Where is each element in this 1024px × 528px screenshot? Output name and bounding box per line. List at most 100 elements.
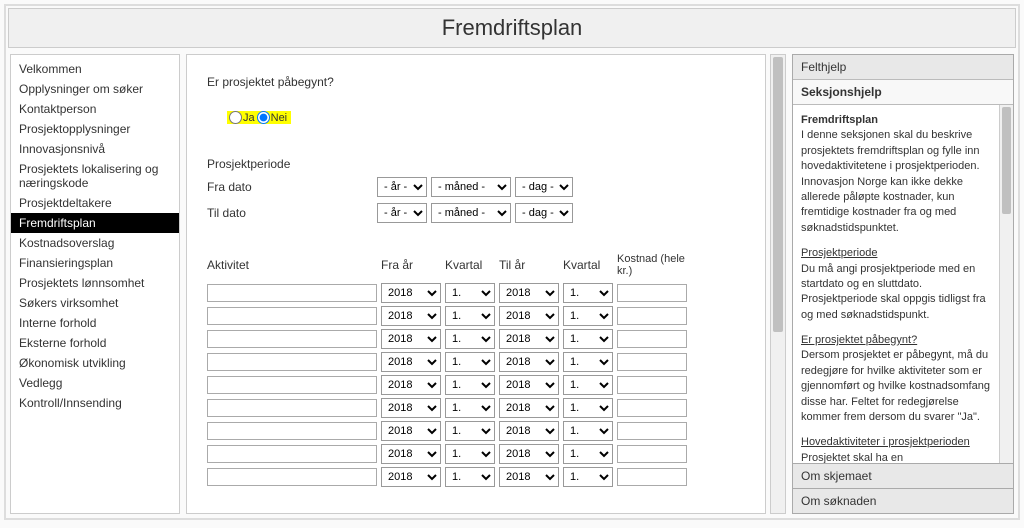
sidebar-item[interactable]: Søkers virksomhet [11, 293, 179, 313]
til-kvartal-select[interactable]: 1. [563, 375, 613, 395]
aktivitet-row: 20181.20181. [207, 306, 745, 326]
til-ar-select[interactable]: 2018 [499, 421, 559, 441]
til-kvartal-select[interactable]: 1. [563, 306, 613, 326]
kostnad-input[interactable] [617, 399, 687, 417]
til-ar-select[interactable]: 2018 [499, 306, 559, 326]
main-scrollbar[interactable] [770, 54, 786, 514]
sidebar-item[interactable]: Kontaktperson [11, 99, 179, 119]
fra-ar-select[interactable]: 2018 [381, 444, 441, 464]
help-tab-om-skjemaet[interactable]: Om skjemaet [792, 463, 1014, 489]
sidebar-item[interactable]: Kontroll/Innsending [11, 393, 179, 413]
kostnad-input[interactable] [617, 422, 687, 440]
fra-ar-select[interactable]: 2018 [381, 467, 441, 487]
til-kvartal-select[interactable]: 1. [563, 398, 613, 418]
fra-maned-select[interactable]: - måned - [431, 177, 511, 197]
til-maned-select[interactable]: - måned - [431, 203, 511, 223]
fra-kvartal-select[interactable]: 1. [445, 444, 495, 464]
sidebar-item[interactable]: Vedlegg [11, 373, 179, 393]
fra-ar-select[interactable]: 2018 [381, 283, 441, 303]
til-ar-select[interactable]: 2018 [499, 352, 559, 372]
til-kvartal-select[interactable]: 1. [563, 421, 613, 441]
fra-ar-select[interactable]: - år - [377, 177, 427, 197]
aktivitet-input[interactable] [207, 307, 377, 325]
sidebar-item[interactable]: Velkommen [11, 59, 179, 79]
til-kvartal-select[interactable]: 1. [563, 283, 613, 303]
til-ar-select[interactable]: 2018 [499, 444, 559, 464]
kostnad-input[interactable] [617, 376, 687, 394]
kostnad-input[interactable] [617, 445, 687, 463]
til-ar-select[interactable]: 2018 [499, 283, 559, 303]
aktivitet-input[interactable] [207, 445, 377, 463]
fra-kvartal-select[interactable]: 1. [445, 329, 495, 349]
til-kvartal-select[interactable]: 1. [563, 352, 613, 372]
sidebar-item[interactable]: Interne forhold [11, 313, 179, 333]
fra-kvartal-select[interactable]: 1. [445, 398, 495, 418]
aktivitet-input[interactable] [207, 353, 377, 371]
sidebar-item[interactable]: Prosjektdeltakere [11, 193, 179, 213]
kostnad-input[interactable] [617, 284, 687, 302]
help-h2: Prosjektperiode [801, 247, 877, 259]
help-scrollbar[interactable] [999, 105, 1013, 463]
help-tab-felthjelp[interactable]: Felthjelp [793, 55, 1013, 80]
aktivitet-input[interactable] [207, 376, 377, 394]
kostnad-input[interactable] [617, 353, 687, 371]
radio-nei-label[interactable]: Nei [257, 111, 288, 124]
sidebar-item[interactable]: Eksterne forhold [11, 333, 179, 353]
fra-ar-select[interactable]: 2018 [381, 375, 441, 395]
fra-dag-select[interactable]: - dag - [515, 177, 573, 197]
fra-ar-select[interactable]: 2018 [381, 329, 441, 349]
help-tab-om-soknaden[interactable]: Om søknaden [792, 488, 1014, 514]
help-h4: Hovedaktiviteter i prosjektperioden [801, 436, 970, 448]
til-kvartal-select[interactable]: 1. [563, 444, 613, 464]
til-ar-select[interactable]: 2018 [499, 329, 559, 349]
fra-kvartal-select[interactable]: 1. [445, 467, 495, 487]
aktivitet-input[interactable] [207, 330, 377, 348]
sidebar-item[interactable]: Finansieringsplan [11, 253, 179, 273]
fra-kvartal-select[interactable]: 1. [445, 421, 495, 441]
til-ar-select[interactable]: 2018 [499, 375, 559, 395]
help-p4: Prosjektet skal ha en [801, 452, 903, 463]
til-dato-label: Til dato [207, 206, 377, 220]
til-ar-select[interactable]: 2018 [499, 467, 559, 487]
fra-kvartal-select[interactable]: 1. [445, 352, 495, 372]
kostnad-input[interactable] [617, 307, 687, 325]
fra-kvartal-select[interactable]: 1. [445, 375, 495, 395]
fra-ar-select[interactable]: 2018 [381, 352, 441, 372]
col-kostnad: Kostnad (hele kr.) [617, 253, 687, 277]
til-dag-select[interactable]: - dag - [515, 203, 573, 223]
fra-ar-select[interactable]: 2018 [381, 421, 441, 441]
help-column: Felthjelp Seksjonshjelp Fremdriftsplan I… [792, 54, 1014, 514]
sidebar-item[interactable]: Prosjektets lønnsomhet [11, 273, 179, 293]
fra-kvartal-select[interactable]: 1. [445, 283, 495, 303]
aktivitet-input[interactable] [207, 422, 377, 440]
aktivitet-input[interactable] [207, 468, 377, 486]
radio-ja[interactable] [229, 111, 242, 124]
sidebar-item[interactable]: Innovasjonsnivå [11, 139, 179, 159]
til-kvartal-select[interactable]: 1. [563, 329, 613, 349]
til-ar-select[interactable]: - år - [377, 203, 427, 223]
aktivitet-row: 20181.20181. [207, 467, 745, 487]
aktivitet-input[interactable] [207, 284, 377, 302]
til-ar-select[interactable]: 2018 [499, 398, 559, 418]
radio-ja-label[interactable]: Ja [229, 111, 255, 124]
sidebar-item[interactable]: Kostnadsoverslag [11, 233, 179, 253]
radio-nei[interactable] [257, 111, 270, 124]
sidebar-item[interactable]: Opplysninger om søker [11, 79, 179, 99]
fra-kvartal-select[interactable]: 1. [445, 306, 495, 326]
question-label: Er prosjektet påbegynt? [207, 75, 745, 89]
aktivitet-row: 20181.20181. [207, 283, 745, 303]
sidebar-item[interactable]: Prosjektopplysninger [11, 119, 179, 139]
fra-dato-label: Fra dato [207, 180, 377, 194]
sidebar-item[interactable]: Økonomisk utvikling [11, 353, 179, 373]
periode-title: Prosjektperiode [207, 157, 745, 171]
sidebar-item[interactable]: Fremdriftsplan [11, 213, 179, 233]
help-p1: I denne seksjonen skal du beskrive prosj… [801, 129, 980, 233]
kostnad-input[interactable] [617, 468, 687, 486]
help-tab-seksjonshjelp[interactable]: Seksjonshjelp [793, 80, 1013, 105]
sidebar-item[interactable]: Prosjektets lokalisering og næringskode [11, 159, 179, 193]
fra-ar-select[interactable]: 2018 [381, 398, 441, 418]
fra-ar-select[interactable]: 2018 [381, 306, 441, 326]
til-kvartal-select[interactable]: 1. [563, 467, 613, 487]
aktivitet-input[interactable] [207, 399, 377, 417]
kostnad-input[interactable] [617, 330, 687, 348]
